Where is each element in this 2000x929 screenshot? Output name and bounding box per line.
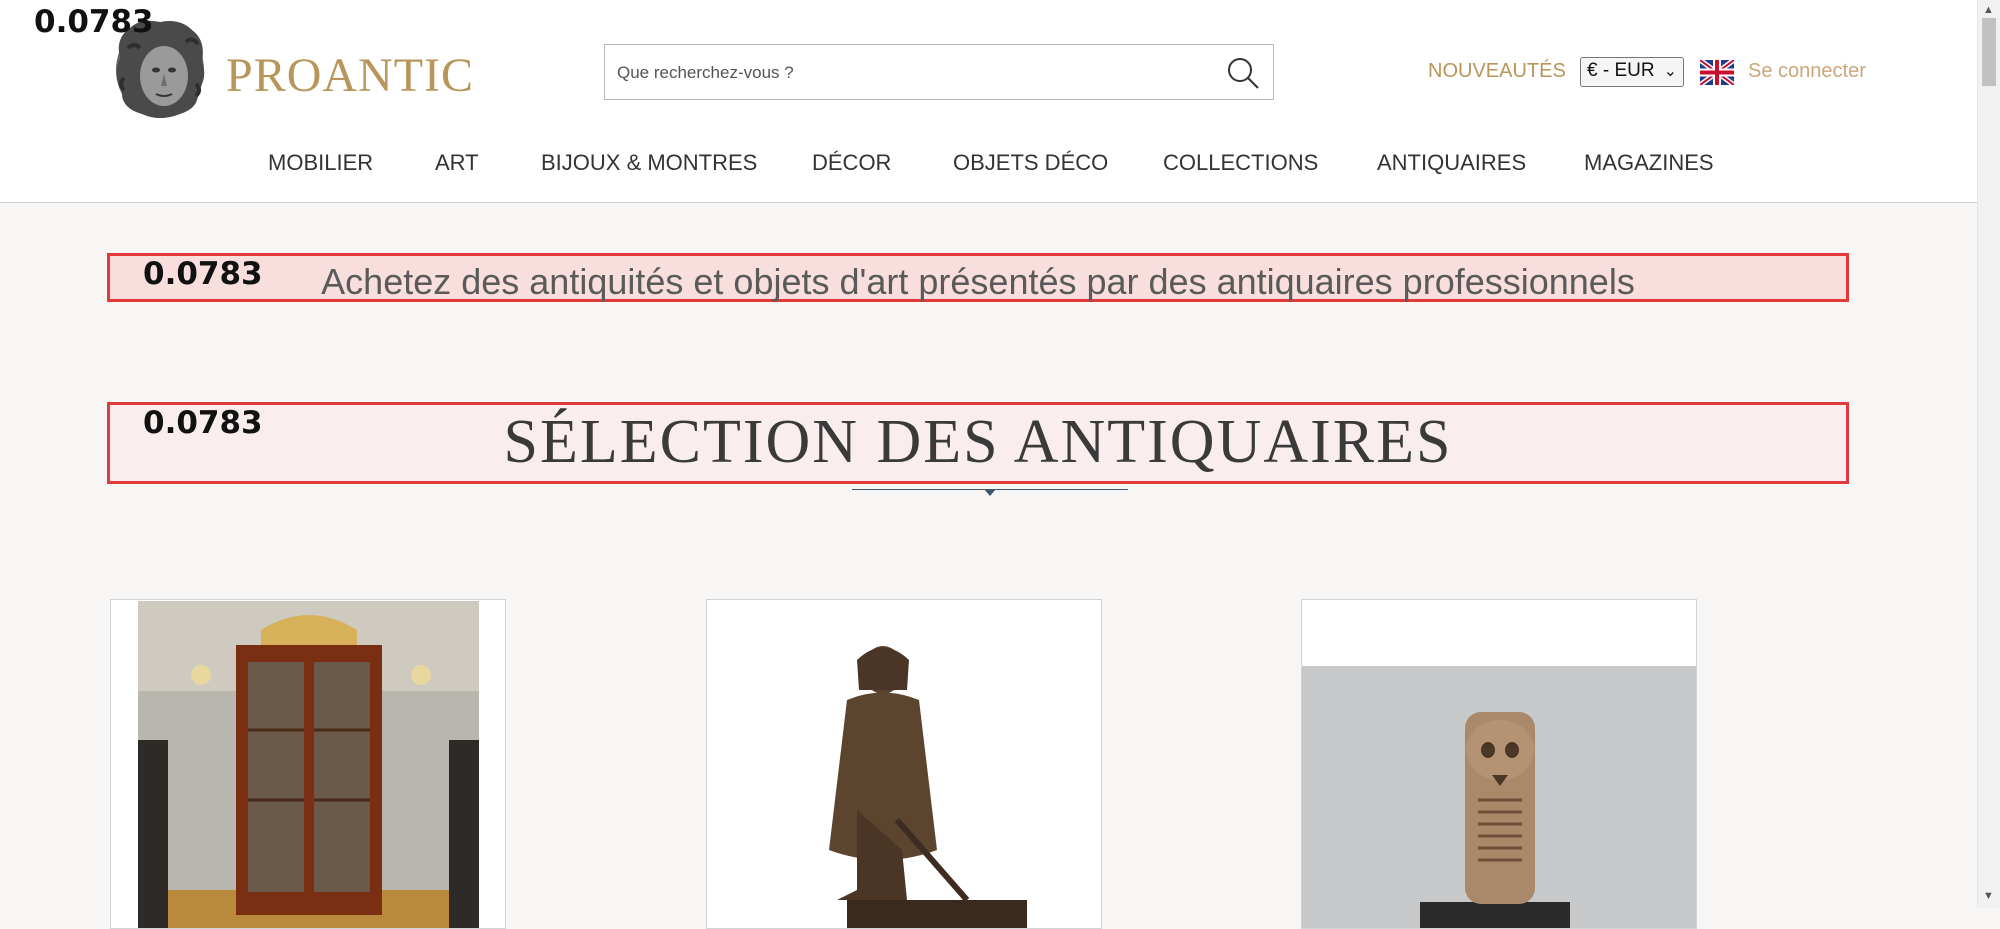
nav-bijoux-montres[interactable]: BIJOUX & MONTRES: [541, 150, 757, 176]
section-title-banner: SÉLECTION DES ANTIQUAIRES: [107, 402, 1849, 484]
scroll-down-icon[interactable]: ▼: [1983, 890, 1994, 902]
main-nav: MOBILIER ART BIJOUX & MONTRES DÉCOR OBJE…: [0, 150, 1978, 180]
search-box: [604, 44, 1274, 101]
bookcase-photo: [111, 600, 505, 928]
bronze-statue-photo: [707, 600, 1101, 928]
search-icon[interactable]: [1225, 55, 1261, 91]
nav-collections[interactable]: COLLECTIONS: [1163, 150, 1318, 176]
uk-flag-icon[interactable]: [1700, 60, 1734, 85]
search-input[interactable]: [615, 45, 1219, 101]
scroll-up-icon[interactable]: ▲: [1983, 4, 1994, 16]
nav-magazines[interactable]: MAGAZINES: [1584, 150, 1714, 176]
divider-arrow-icon: [984, 489, 996, 496]
chevron-down-icon: ⌄: [1663, 63, 1677, 80]
nav-objets-deco[interactable]: OBJETS DÉCO: [953, 150, 1108, 176]
currency-value: € - EUR: [1587, 60, 1655, 81]
overlay-score: 0.0783: [143, 405, 263, 441]
section-title: SÉLECTION DES ANTIQUAIRES: [503, 408, 1453, 476]
overlay-score: 0.0783: [34, 4, 154, 40]
nouveautes-link[interactable]: NOUVEAUTÉS: [1428, 60, 1566, 83]
carved-skull-photo: [1302, 600, 1696, 928]
currency-select[interactable]: € - EUR ⌄: [1580, 57, 1684, 87]
scroll-thumb[interactable]: [1982, 18, 1996, 86]
nav-art[interactable]: ART: [435, 150, 479, 176]
nav-decor[interactable]: DÉCOR: [812, 150, 891, 176]
page-scrollbar[interactable]: ▲ ▼: [1977, 0, 2000, 908]
nav-antiquaires[interactable]: ANTIQUAIRES: [1377, 150, 1526, 176]
logo[interactable]: PROANTIC: [110, 18, 473, 128]
tagline-text: Achetez des antiquités et objets d'art p…: [321, 261, 1635, 302]
tagline-banner: Achetez des antiquités et objets d'art p…: [107, 253, 1849, 302]
site-header: PROANTIC NOUVEAUTÉS € - EUR ⌄ Se connect…: [0, 0, 1978, 203]
nav-mobilier[interactable]: MOBILIER: [268, 150, 373, 176]
product-card[interactable]: [706, 599, 1102, 929]
product-card[interactable]: [110, 599, 506, 929]
login-link[interactable]: Se connecter: [1748, 60, 1866, 83]
brand-name: PROANTIC: [226, 49, 475, 102]
overlay-score: 0.0783: [143, 256, 263, 292]
product-card[interactable]: [1301, 599, 1697, 929]
